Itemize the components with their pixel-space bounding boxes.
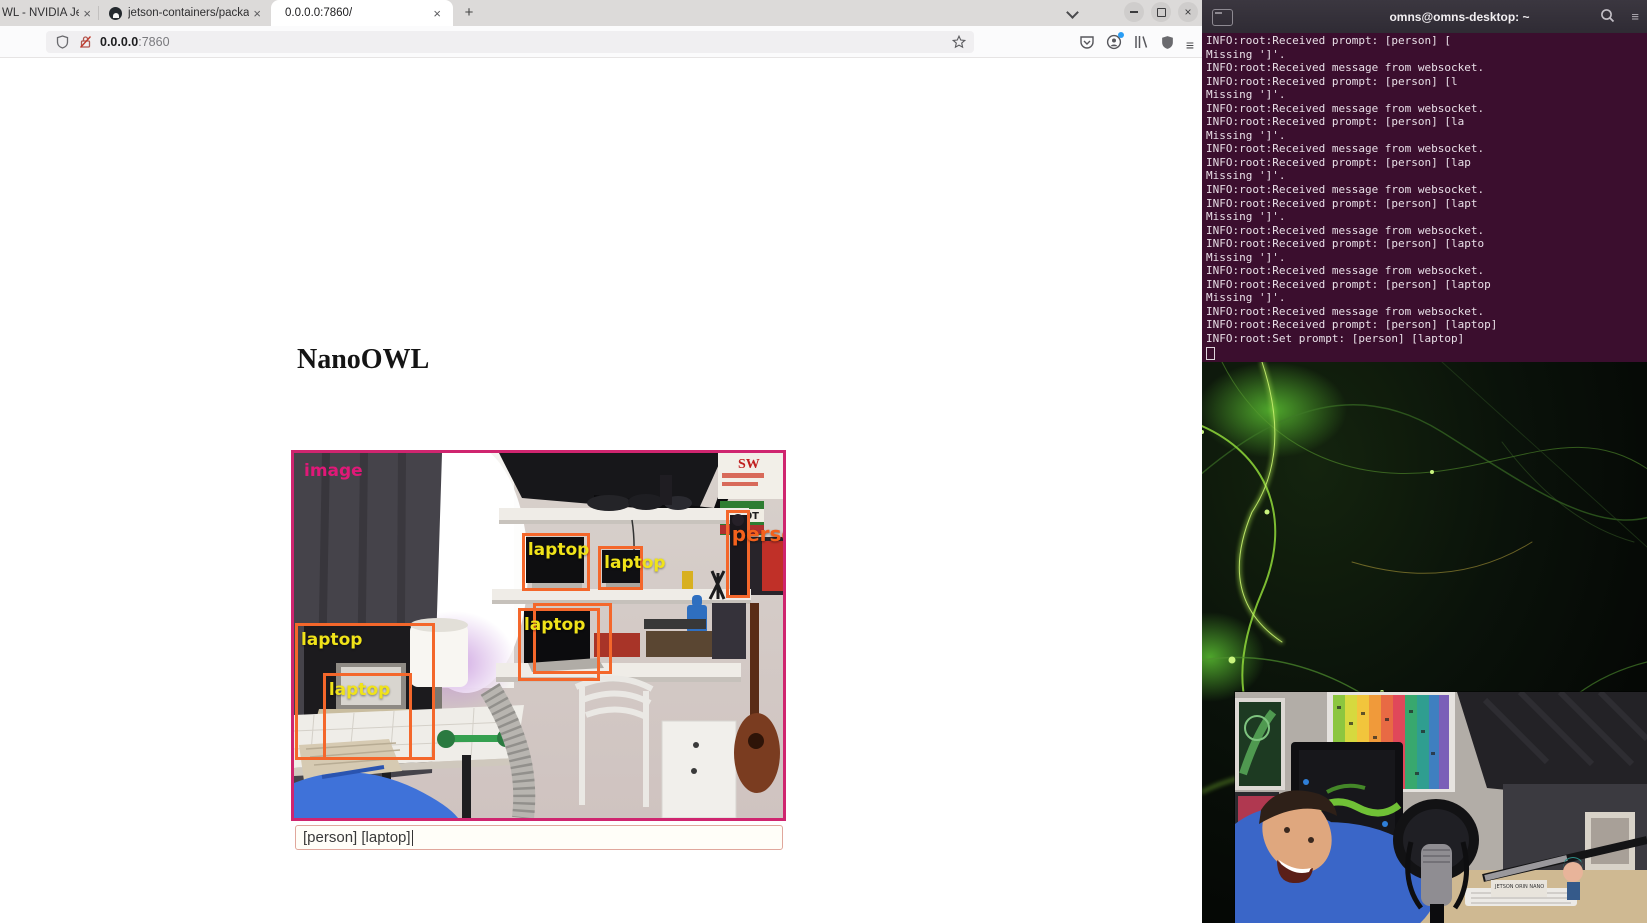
terminal-line: INFO:root:Received prompt: [person] [lap… bbox=[1206, 237, 1485, 251]
detection-label: laptop bbox=[527, 539, 590, 560]
terminal-titlebar[interactable]: omns@omns-desktop: ~ ≡ bbox=[1202, 0, 1647, 33]
github-icon bbox=[109, 6, 122, 20]
terminal-line: Missing ']'. bbox=[1206, 250, 1286, 264]
tab-nvidia[interactable]: WL - NVIDIA Jets × bbox=[0, 0, 97, 26]
device-label: JETSON ORIN NANO bbox=[1494, 884, 1544, 890]
tab-list-chevron-icon[interactable] bbox=[1066, 6, 1079, 19]
prompt-value: [person] [laptop] bbox=[303, 829, 411, 846]
detection-box-laptop: laptop bbox=[322, 673, 412, 760]
terminal-line: INFO:root:Received message from websocke… bbox=[1206, 264, 1485, 278]
desktop: WL - NVIDIA Jets × jetson-containers/pac… bbox=[0, 0, 1647, 923]
tab-label: jetson-containers/packa bbox=[128, 7, 250, 19]
terminal-search-icon[interactable] bbox=[1600, 8, 1615, 28]
terminal-line: INFO:root:Received prompt: [person] [ bbox=[1206, 34, 1452, 47]
shield-icon[interactable] bbox=[1160, 35, 1175, 55]
terminal-line: INFO:root:Received prompt: [person] [lap… bbox=[1206, 318, 1498, 332]
terminal-line: INFO:root:Received prompt: [person] [l bbox=[1206, 74, 1458, 88]
toolbar-icon-group: ≡ bbox=[1079, 32, 1194, 55]
detection-box-laptop: laptop bbox=[521, 532, 590, 591]
terminal-line: Missing ']'. bbox=[1206, 47, 1286, 61]
browser-toolbar: 0.0.0.0:7860 ≡ bbox=[0, 26, 1202, 58]
library-icon[interactable] bbox=[1133, 34, 1149, 55]
detection-label: laptop bbox=[604, 553, 666, 574]
url-host: 0.0.0.0 bbox=[100, 35, 139, 49]
terminal-line: INFO:root:Received prompt: [person] [lap bbox=[1206, 155, 1471, 169]
tab-label: 0.0.0.0:7860/ bbox=[285, 7, 353, 19]
page-title: NanoOWL bbox=[297, 344, 430, 375]
terminal-line: Missing ']'. bbox=[1206, 291, 1286, 305]
terminal-line: INFO:root:Received prompt: [person] [lap… bbox=[1206, 277, 1491, 291]
tab-close-icon[interactable]: × bbox=[79, 7, 95, 20]
terminal-line: INFO:root:Received message from websocke… bbox=[1206, 142, 1485, 156]
notification-dot bbox=[1117, 32, 1124, 38]
tab-close-icon[interactable]: × bbox=[249, 7, 265, 20]
terminal-output[interactable]: INFO:root:Received prompt: [person] [Mis… bbox=[1206, 34, 1644, 360]
terminal-line: Missing ']'. bbox=[1206, 169, 1286, 183]
terminal-cursor bbox=[1206, 346, 1215, 360]
detection-label: person bbox=[731, 521, 783, 546]
detection-box-laptop: laptop bbox=[517, 608, 601, 682]
new-tab-button[interactable]: + bbox=[459, 3, 479, 23]
tab-nanoowl-active[interactable]: 0.0.0.0:7860/ × bbox=[271, 0, 453, 26]
terminal-line: INFO:root:Received message from websocke… bbox=[1206, 101, 1485, 115]
address-bar[interactable]: 0.0.0.0:7860 bbox=[46, 31, 974, 53]
detection-label: laptop bbox=[523, 615, 586, 636]
account-icon[interactable] bbox=[1106, 32, 1124, 55]
prompt-input[interactable]: [person] [laptop] bbox=[295, 825, 783, 850]
insecure-lock-icon[interactable] bbox=[79, 35, 92, 49]
pocket-icon[interactable] bbox=[1079, 34, 1095, 55]
image-tag-label: image bbox=[304, 461, 363, 481]
detection-label: laptop bbox=[300, 630, 363, 651]
terminal-line: INFO:root:Received prompt: [person] [la bbox=[1206, 115, 1465, 129]
detection-layer: laptop laptop laptop laptop laptop person bbox=[294, 453, 783, 818]
webcam-scene: JETSON ORIN NANO bbox=[1235, 692, 1647, 923]
terminal-title: omns@omns-desktop: ~ bbox=[1389, 9, 1530, 24]
bookmark-star-icon[interactable] bbox=[952, 35, 966, 49]
webcam-overlay: JETSON ORIN NANO bbox=[1235, 692, 1647, 923]
camera-image: SW 1D10T bbox=[291, 450, 786, 821]
terminal-line: Missing ']'. bbox=[1206, 128, 1286, 142]
tracking-shield-icon[interactable] bbox=[56, 35, 69, 49]
terminal-line: INFO:root:Received message from websocke… bbox=[1206, 183, 1485, 197]
terminal-window: omns@omns-desktop: ~ ≡ INFO:root:Receive… bbox=[1202, 0, 1647, 362]
jetson-device: JETSON ORIN NANO bbox=[1491, 880, 1547, 897]
terminal-line: INFO:root:Received prompt: [person] [lap… bbox=[1206, 196, 1478, 210]
url-port: :7860 bbox=[138, 35, 170, 49]
terminal-line: INFO:root:Received message from websocke… bbox=[1206, 61, 1485, 75]
tab-bar: WL - NVIDIA Jets × jetson-containers/pac… bbox=[0, 0, 1202, 26]
terminal-line: Missing ']'. bbox=[1206, 210, 1286, 224]
tab-github[interactable]: jetson-containers/packa × bbox=[99, 0, 269, 26]
browser-window: WL - NVIDIA Jets × jetson-containers/pac… bbox=[0, 0, 1202, 923]
tab-close-icon[interactable]: × bbox=[429, 7, 445, 20]
terminal-line: INFO:root:Received message from websocke… bbox=[1206, 304, 1485, 318]
minimize-button[interactable] bbox=[1124, 2, 1144, 22]
text-caret bbox=[411, 829, 413, 846]
detection-box-person: person bbox=[725, 509, 783, 599]
hamburger-menu-icon[interactable]: ≡ bbox=[1186, 38, 1194, 52]
nanoowl-page: NanoOWL SW image laptop laptop laptop la… bbox=[0, 58, 1202, 923]
terminal-menu-icon[interactable]: ≡ bbox=[1631, 10, 1639, 23]
terminal-line: INFO:root:Received message from websocke… bbox=[1206, 223, 1485, 237]
terminal-line: Missing ']'. bbox=[1206, 88, 1286, 102]
maximize-button[interactable] bbox=[1151, 2, 1171, 22]
terminal-line: INFO:root:Set prompt: [person] [laptop] bbox=[1206, 332, 1465, 346]
tab-label: WL - NVIDIA Jets bbox=[2, 7, 80, 19]
window-controls: × bbox=[1124, 2, 1198, 22]
framed-artwork bbox=[1235, 698, 1285, 790]
detection-label: laptop bbox=[328, 680, 391, 701]
close-window-button[interactable]: × bbox=[1178, 2, 1198, 22]
detection-box-laptop: laptop bbox=[598, 546, 666, 591]
